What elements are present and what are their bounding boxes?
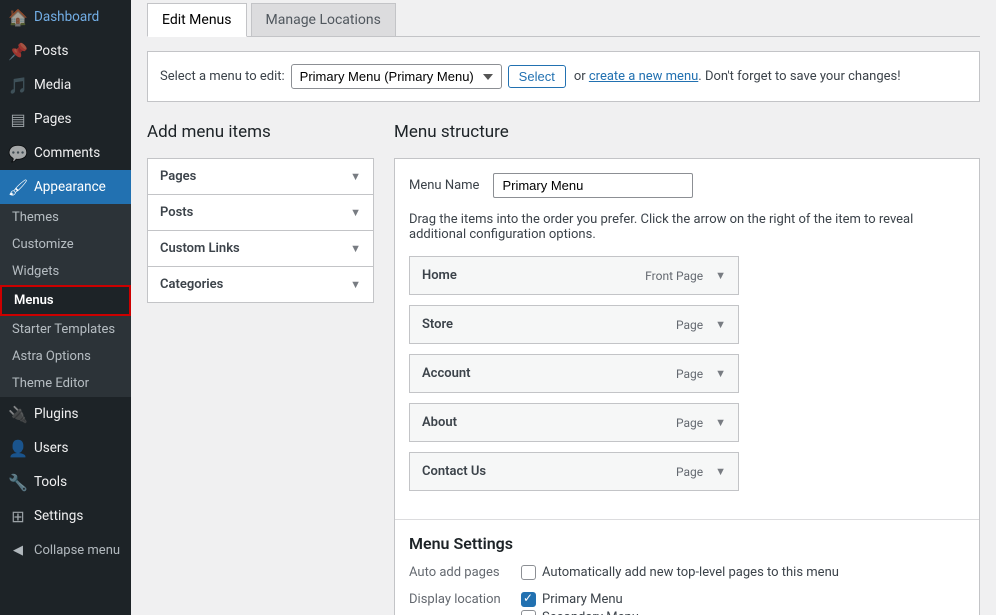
menu-name-row: Menu Name [395, 159, 979, 212]
sidebar-item-media[interactable]: 🎵 Media [0, 68, 131, 102]
menu-item-about[interactable]: AboutPage▼ [409, 403, 739, 442]
create-menu-link[interactable]: create a new menu [589, 69, 698, 84]
accordion-custom-links[interactable]: Custom Links▼ [148, 231, 373, 267]
appearance-submenu: Themes Customize Widgets Menus Starter T… [0, 204, 131, 397]
page-icon: ▤ [8, 109, 28, 129]
submenu-starter-templates[interactable]: Starter Templates [0, 316, 131, 343]
sidebar-item-label: Appearance [34, 179, 106, 195]
settings-heading: Menu Settings [409, 534, 965, 553]
submenu-menus[interactable]: Menus [0, 285, 131, 316]
submenu-widgets[interactable]: Widgets [0, 258, 131, 285]
sidebar-item-label: Posts [34, 43, 68, 59]
caret-down-icon: ▼ [350, 278, 361, 291]
sidebar-item-plugins[interactable]: 🔌 Plugins [0, 397, 131, 431]
submenu-astra-options[interactable]: Astra Options [0, 343, 131, 370]
sidebar-item-label: Comments [34, 145, 100, 161]
caret-down-icon: ▼ [715, 367, 726, 380]
dashboard-icon: 🏠 [8, 7, 28, 27]
admin-sidebar: 🏠 Dashboard 📌 Posts 🎵 Media ▤ Pages 💬 Comment… [0, 0, 131, 615]
menu-items-list: HomeFront Page▼ StorePage▼ AccountPage▼ … [395, 256, 979, 519]
add-menu-items-column: Add menu items Pages▼ Posts▼ Custom Link… [147, 122, 374, 615]
menu-name-label: Menu Name [409, 178, 479, 193]
sidebar-item-label: Settings [34, 508, 83, 524]
sidebar-item-label: Users [34, 440, 68, 456]
main-content: Edit Menus Manage Locations Select a men… [131, 0, 996, 615]
pin-icon: 📌 [8, 41, 28, 61]
menu-item-home[interactable]: HomeFront Page▼ [409, 256, 739, 295]
drag-hint: Drag the items into the order you prefer… [395, 212, 979, 256]
menu-item-store[interactable]: StorePage▼ [409, 305, 739, 344]
caret-down-icon: ▼ [350, 206, 361, 219]
sidebar-item-label: Dashboard [34, 9, 99, 25]
display-location-label: Display location [409, 592, 521, 615]
sidebar-item-label: Pages [34, 111, 72, 127]
caret-down-icon: ▼ [350, 170, 361, 183]
structure-heading: Menu structure [394, 122, 980, 142]
collapse-label: Collapse menu [34, 543, 120, 558]
sidebar-item-pages[interactable]: ▤ Pages [0, 102, 131, 136]
add-items-heading: Add menu items [147, 122, 374, 142]
location-primary-checkbox[interactable] [521, 592, 536, 607]
auto-add-row: Auto add pages Automatically add new top… [409, 565, 965, 583]
plugin-icon: 🔌 [8, 404, 28, 424]
select-label: Select a menu to edit: [160, 69, 285, 84]
menu-name-input[interactable] [493, 173, 693, 198]
location-secondary-checkbox[interactable] [521, 610, 536, 615]
caret-down-icon: ▼ [715, 465, 726, 478]
settings-icon: ⊞ [8, 506, 28, 526]
sidebar-item-posts[interactable]: 📌 Posts [0, 34, 131, 68]
nav-tabs: Edit Menus Manage Locations [147, 3, 980, 37]
caret-down-icon: ▼ [715, 416, 726, 429]
menu-select-bar: Select a menu to edit: Primary Menu (Pri… [147, 51, 980, 102]
sidebar-item-comments[interactable]: 💬 Comments [0, 136, 131, 170]
menu-item-account[interactable]: AccountPage▼ [409, 354, 739, 393]
display-location-row: Display location Primary Menu Secondary … [409, 592, 965, 615]
submenu-theme-editor[interactable]: Theme Editor [0, 370, 131, 397]
user-icon: 👤 [8, 438, 28, 458]
tab-edit-menus[interactable]: Edit Menus [147, 3, 247, 37]
menu-item-contact[interactable]: Contact UsPage▼ [409, 452, 739, 491]
sidebar-item-users[interactable]: 👤 Users [0, 431, 131, 465]
accordion-posts[interactable]: Posts▼ [148, 195, 373, 231]
select-button[interactable]: Select [508, 65, 566, 88]
accordion-pages[interactable]: Pages▼ [148, 159, 373, 195]
menu-structure-column: Menu structure Menu Name Drag the items … [394, 122, 980, 615]
submenu-themes[interactable]: Themes [0, 204, 131, 231]
tab-manage-locations[interactable]: Manage Locations [251, 3, 396, 37]
sidebar-item-dashboard[interactable]: 🏠 Dashboard [0, 0, 131, 34]
location-primary[interactable]: Primary Menu [521, 592, 965, 607]
media-icon: 🎵 [8, 75, 28, 95]
auto-add-option[interactable]: Automatically add new top-level pages to… [521, 565, 965, 580]
menu-select-dropdown[interactable]: Primary Menu (Primary Menu) [291, 64, 502, 89]
caret-down-icon: ▼ [350, 242, 361, 255]
collapse-icon: ◀ [8, 540, 28, 560]
brush-icon: 🖌 [8, 177, 28, 197]
sidebar-item-settings[interactable]: ⊞ Settings [0, 499, 131, 533]
sidebar-item-tools[interactable]: 🔧 Tools [0, 465, 131, 499]
sidebar-item-label: Tools [34, 474, 67, 490]
add-items-accordion: Pages▼ Posts▼ Custom Links▼ Categories▼ [147, 158, 374, 303]
wrench-icon: 🔧 [8, 472, 28, 492]
submenu-customize[interactable]: Customize [0, 231, 131, 258]
sidebar-item-label: Media [34, 77, 71, 93]
menu-settings: Menu Settings Auto add pages Automatical… [395, 519, 979, 615]
trailing-text: . Don't forget to save your changes! [698, 69, 900, 84]
auto-add-label: Auto add pages [409, 565, 521, 583]
collapse-menu[interactable]: ◀ Collapse menu [0, 533, 131, 567]
structure-box: Menu Name Drag the items into the order … [394, 158, 980, 615]
caret-down-icon: ▼ [715, 318, 726, 331]
comment-icon: 💬 [8, 143, 28, 163]
caret-down-icon: ▼ [715, 269, 726, 282]
auto-add-checkbox[interactable] [521, 565, 536, 580]
location-secondary[interactable]: Secondary Menu [521, 610, 965, 615]
sidebar-item-appearance[interactable]: 🖌 Appearance [0, 170, 131, 204]
sidebar-item-label: Plugins [34, 406, 79, 422]
or-text: or [574, 69, 589, 84]
accordion-categories[interactable]: Categories▼ [148, 267, 373, 302]
